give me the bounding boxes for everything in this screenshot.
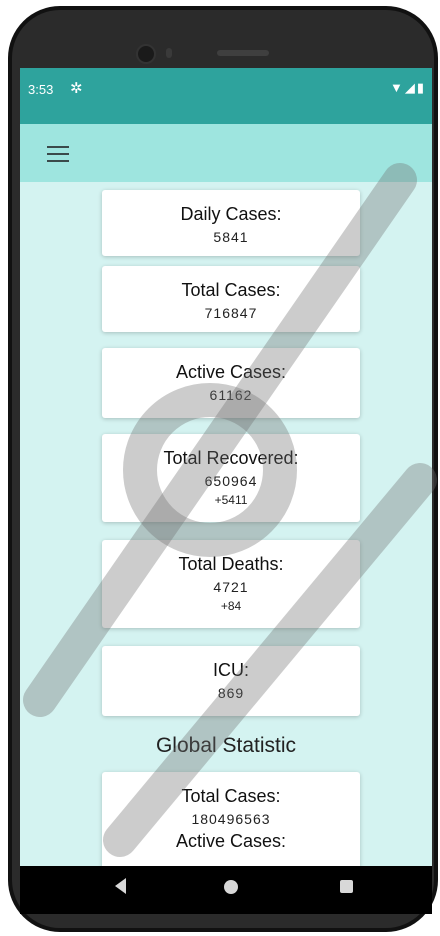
icu-card: ICU: 869	[102, 646, 360, 716]
card-value: 4721	[213, 579, 249, 595]
stats-list[interactable]: Daily Cases: 5841 Total Cases: 716847 Ac…	[20, 182, 432, 866]
wifi-icon: ▼	[389, 80, 405, 95]
card-title: Active Cases:	[175, 831, 287, 851]
card-title: Total Deaths:	[178, 554, 284, 574]
card-value: 5841	[213, 229, 249, 245]
card-delta: +5411	[214, 493, 248, 507]
proximity-sensor	[166, 48, 172, 58]
gear-icon: ✲	[70, 80, 83, 97]
card-value: 61162	[209, 387, 253, 403]
system-nav-bar	[20, 866, 432, 914]
status-time: 3:53	[28, 82, 54, 97]
hamburger-menu-icon[interactable]	[47, 146, 69, 162]
global-statistic-heading: Global Statistic	[155, 734, 297, 757]
card-title: Total Cases:	[181, 280, 281, 300]
earpiece-speaker	[217, 50, 269, 56]
recents-icon[interactable]	[340, 880, 353, 893]
card-title: Daily Cases:	[180, 204, 282, 224]
card-delta: +84	[220, 599, 242, 613]
card-value: 180496563	[191, 811, 271, 827]
back-icon[interactable]	[115, 878, 126, 894]
total-cases-card: Total Cases: 716847	[102, 266, 360, 332]
app-screen: 3:53 ✲ ▼◢▮ Daily Cases: 5841 Total Cases…	[20, 68, 432, 866]
total-deaths-card: Total Deaths: 4721 +84	[102, 540, 360, 628]
active-cases-card: Active Cases: 61162	[102, 348, 360, 418]
card-title: Total Recovered:	[163, 448, 299, 468]
system-status-icons: ▼◢▮	[390, 80, 426, 96]
global-stats-card: Total Cases: 180496563 Active Cases:	[102, 772, 360, 866]
card-title: ICU:	[213, 660, 249, 680]
card-value: 650964	[204, 473, 258, 489]
card-title: Total Cases:	[181, 786, 281, 806]
status-bar: 3:53 ✲ ▼◢▮	[20, 68, 432, 124]
card-value: 869	[217, 685, 245, 701]
battery-icon: ▮	[416, 80, 426, 95]
home-icon[interactable]	[224, 880, 238, 894]
total-recovered-card: Total Recovered: 650964 +5411	[102, 434, 360, 522]
signal-icon: ◢	[404, 80, 417, 95]
front-camera	[136, 44, 156, 64]
card-title: Active Cases:	[175, 362, 287, 382]
card-value: 716847	[204, 305, 258, 321]
daily-cases-card: Daily Cases: 5841	[102, 190, 360, 256]
app-bar	[20, 124, 432, 182]
